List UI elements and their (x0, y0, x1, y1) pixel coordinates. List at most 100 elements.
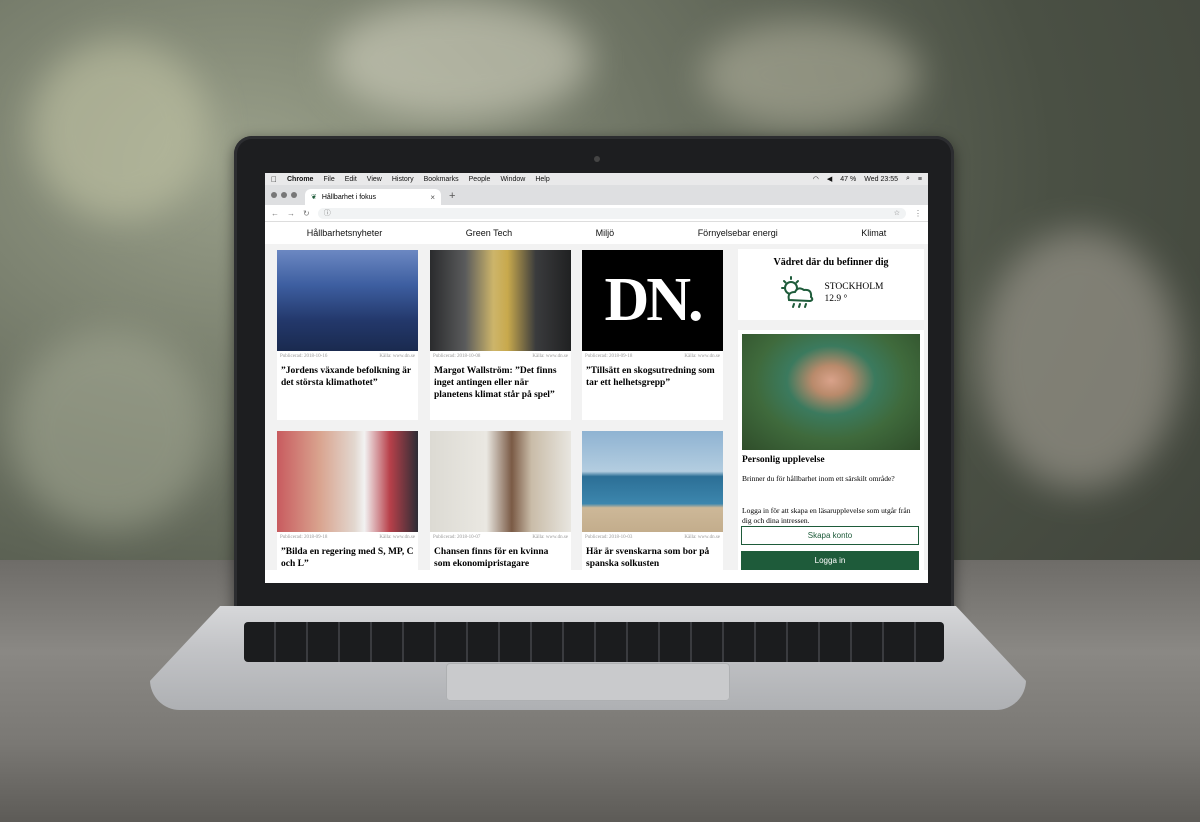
reload-icon[interactable]: ↻ (303, 209, 310, 218)
menubar-status: ◠ ◀ 47 % Wed 23:55 ⌕ ≡ (813, 175, 922, 183)
background-bokeh (330, 0, 590, 120)
article-image-wallstrom (430, 250, 571, 351)
webcam (594, 156, 600, 162)
article-card[interactable]: Publicerad: 2018-10-08 Källa: www.dn.se … (430, 250, 571, 420)
minimize-window-button[interactable] (281, 192, 287, 198)
menu-people[interactable]: People (469, 176, 491, 183)
menu-window[interactable]: Window (500, 176, 525, 183)
weather-city: STOCKHOLM (824, 282, 884, 292)
article-meta: Publicerad: 2018-09-18 Källa: www.dn.se (277, 532, 418, 540)
nav-hallbarhetsnyheter[interactable]: Hållbarhetsnyheter (307, 228, 383, 238)
tab-hallbarhet[interactable]: ❦ Hållbarhet i fokus × (305, 189, 441, 205)
published-date: Publicerad: 2018-09-18 (585, 354, 633, 359)
menu-file[interactable]: File (323, 176, 334, 183)
forward-icon[interactable]: → (287, 209, 295, 218)
browser-menu-icon[interactable]: ⋮ (914, 209, 922, 218)
menu-view[interactable]: View (367, 176, 382, 183)
laptop-screen:  Chrome File Edit View History Bookmark… (265, 173, 928, 583)
nav-miljo[interactable]: Miljö (596, 228, 615, 238)
menu-edit[interactable]: Edit (345, 176, 357, 183)
weather-location: STOCKHOLM 12.9 ° (825, 281, 884, 305)
wifi-icon[interactable]: ◠ (813, 175, 819, 183)
tab-title: Hållbarhet i fokus (321, 193, 376, 201)
mac-menubar:  Chrome File Edit View History Bookmark… (265, 173, 928, 185)
background-bokeh (980, 230, 1180, 490)
keyboard (244, 622, 944, 662)
weather-row: STOCKHOLM 12.9 ° (738, 276, 924, 310)
article-meta: Publicerad: 2018-10-08 Källa: www.dn.se (430, 351, 571, 359)
notification-icon[interactable]: ≡ (918, 176, 922, 183)
article-title[interactable]: ”Bilda en regering med S, MP, C och L” (277, 540, 418, 570)
personal-text-1: Brinner du för hållbarhet inom ett särsk… (742, 474, 895, 483)
apple-icon[interactable]:  (271, 175, 277, 184)
background-bokeh (30, 40, 210, 220)
article-card[interactable]: Publicerad: 2018-09-18 Källa: www.dn.se … (277, 431, 418, 570)
article-source: Källa: www.dn.se (379, 535, 415, 540)
article-meta: Publicerad: 2018-10-16 Källa: www.dn.se (277, 351, 418, 359)
article-source: Källa: www.dn.se (684, 535, 720, 540)
personal-title: Personlig upplevelse (742, 455, 825, 465)
published-date: Publicerad: 2018-10-07 (433, 535, 481, 540)
article-image-economist (430, 431, 571, 532)
close-window-button[interactable] (271, 192, 277, 198)
article-title[interactable]: ”Jordens växande befolkning är det störs… (277, 359, 418, 389)
clock[interactable]: Wed 23:55 (864, 176, 898, 183)
article-title[interactable]: ”Tillsätt en skogsutredning som tar ett … (582, 359, 723, 389)
menu-history[interactable]: History (392, 176, 414, 183)
article-card[interactable]: Publicerad: 2018-10-03 Källa: www.dn.se … (582, 431, 723, 570)
article-image-dn-logo: DN. (582, 250, 723, 351)
personal-experience-box: Personlig upplevelse Brinner du för håll… (738, 330, 924, 570)
dn-logo: DN. (604, 266, 703, 334)
weather-temp: 12.9 ° (824, 294, 848, 304)
published-date: Publicerad: 2018-10-16 (280, 354, 328, 359)
battery-percent[interactable]: 47 % (840, 176, 856, 183)
new-tab-button[interactable]: + (449, 190, 455, 202)
close-tab-icon[interactable]: × (430, 193, 435, 202)
personal-text-2: Logga in för att skapa en läsarupplevels… (742, 506, 911, 525)
create-account-button[interactable]: Skapa konto (741, 526, 919, 545)
article-card[interactable]: DN. Publicerad: 2018-09-18 Källa: www.dn… (582, 250, 723, 420)
article-title[interactable]: Margot Wallström: ”Det finns inget antin… (430, 359, 571, 401)
nav-klimat[interactable]: Klimat (861, 228, 886, 238)
published-date: Publicerad: 2018-10-08 (433, 354, 481, 359)
info-icon[interactable]: ⓘ (324, 208, 331, 218)
address-bar[interactable]: ⓘ ☆ (317, 207, 906, 219)
article-source: Källa: www.dn.se (684, 354, 720, 359)
article-title[interactable]: Här är svenskarna som bor på spanska sol… (582, 540, 723, 570)
menu-bookmarks[interactable]: Bookmarks (424, 176, 459, 183)
published-date: Publicerad: 2018-09-18 (280, 535, 328, 540)
article-source: Källa: www.dn.se (532, 354, 568, 359)
nav-fornyelsebar-energi[interactable]: Förnyelsebar energi (698, 228, 778, 238)
article-card[interactable]: Publicerad: 2018-10-07 Källa: www.dn.se … (430, 431, 571, 570)
spotlight-icon[interactable]: ⌕ (906, 175, 910, 183)
trackpad (446, 663, 730, 701)
window-controls (271, 192, 297, 198)
weather-heading: Vädret där du befinner dig (773, 257, 889, 268)
background-bokeh (10, 330, 210, 530)
site-nav: Hållbarhetsnyheter Green Tech Miljö Förn… (265, 222, 928, 244)
article-meta: Publicerad: 2018-09-18 Källa: www.dn.se (582, 351, 723, 359)
personal-image-leaf (742, 334, 920, 450)
menu-help[interactable]: Help (535, 176, 549, 183)
bookmark-star-icon[interactable]: ☆ (894, 209, 900, 217)
maximize-window-button[interactable] (291, 192, 297, 198)
article-title[interactable]: Chansen finns för en kvinna som ekonomip… (430, 540, 571, 570)
article-card[interactable]: Publicerad: 2018-10-16 Källa: www.dn.se … (277, 250, 418, 420)
main-content: Publicerad: 2018-10-16 Källa: www.dn.se … (265, 244, 928, 570)
login-button[interactable]: Logga in (741, 551, 919, 570)
article-source: Källa: www.dn.se (379, 354, 415, 359)
nav-green-tech[interactable]: Green Tech (466, 228, 512, 238)
leaf-icon: ❦ (311, 194, 317, 201)
browser-toolbar: ← → ↻ ⓘ ☆ ⋮ (265, 205, 928, 222)
published-date: Publicerad: 2018-10-03 (585, 535, 633, 540)
volume-icon[interactable]: ◀ (827, 175, 832, 183)
back-icon[interactable]: ← (271, 209, 279, 218)
article-image-beach (582, 431, 723, 532)
article-meta: Publicerad: 2018-10-07 Källa: www.dn.se (430, 532, 571, 540)
weather-widget: Vädret där du befinner dig STOCKHOLM 12.… (738, 249, 924, 320)
background-bokeh (700, 20, 920, 130)
article-source: Källa: www.dn.se (532, 535, 568, 540)
article-image-crowd (277, 250, 418, 351)
cloud-sun-rain-icon (780, 276, 813, 308)
menu-app-name[interactable]: Chrome (287, 176, 313, 183)
